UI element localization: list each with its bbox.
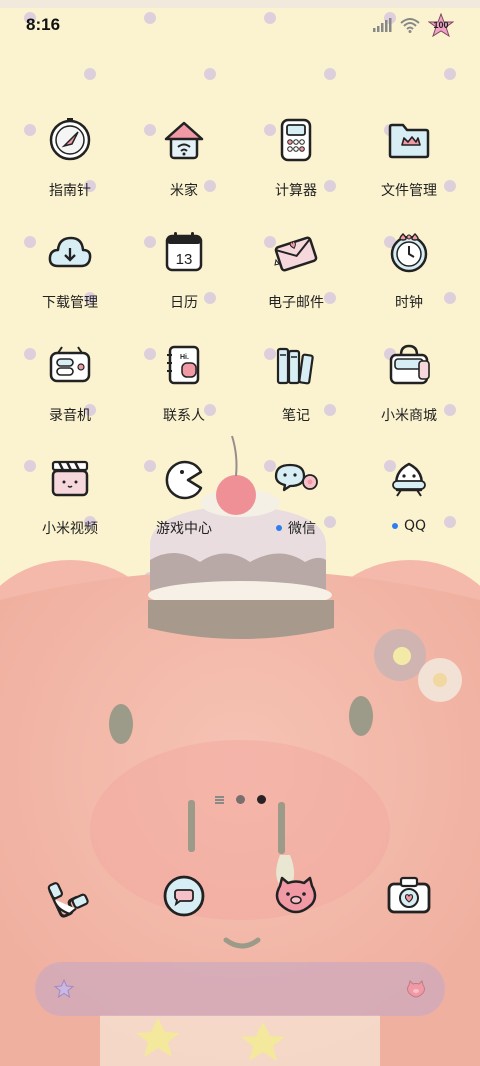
shopping-bag-icon (389, 344, 430, 385)
status-time: 8:16 (26, 15, 61, 34)
app-label: 笔记 (282, 408, 310, 424)
app-label: 指南针 (49, 183, 91, 199)
app-label: 录音机 (49, 408, 91, 424)
recorder-icon (49, 346, 91, 383)
app-calendar[interactable]: 13 日历 (124, 222, 244, 332)
cloud-download-icon (48, 236, 92, 268)
app-mi-video[interactable]: 小米视频 (10, 448, 130, 558)
mail-icon (274, 236, 318, 272)
calendar-day: 13 (176, 251, 193, 268)
video-clapper-icon (51, 460, 89, 497)
signal-icon (373, 18, 392, 32)
battery-level: 100 (433, 20, 449, 30)
app-mi-store[interactable]: 小米商城 (349, 335, 469, 445)
calculator-icon (280, 118, 312, 162)
notification-dot (391, 523, 398, 529)
messages-icon[interactable] (154, 866, 214, 926)
app-qq[interactable]: QQ (349, 448, 469, 558)
home-icon (164, 121, 204, 160)
app-label: 游戏中心 (156, 521, 212, 537)
calendar-icon: 13 (165, 232, 203, 272)
notes-icon (276, 347, 314, 385)
pig-voice-icon[interactable] (405, 979, 427, 999)
app-downloads[interactable]: 下载管理 (10, 222, 130, 332)
browser-pig-icon[interactable] (266, 866, 326, 926)
app-calculator[interactable]: 计算器 (236, 110, 356, 220)
folder-icon (388, 123, 430, 159)
wallpaper-dot (444, 68, 456, 80)
app-game-center[interactable]: 游戏中心 (124, 448, 244, 558)
camera-icon[interactable] (379, 866, 439, 926)
status-bar: 8:16 100 (0, 0, 480, 50)
app-email[interactable]: 电子邮件 (236, 222, 356, 332)
app-wechat[interactable]: 微信 (236, 448, 356, 558)
game-pacman-icon (165, 460, 203, 500)
page-indicator[interactable] (0, 795, 480, 804)
wallpaper-dot (324, 68, 336, 80)
app-label: QQ (391, 518, 426, 534)
app-label: 计算器 (275, 183, 317, 199)
app-label: 微信 (276, 518, 316, 538)
app-label: 时钟 (395, 295, 423, 311)
app-label: 米家 (170, 183, 198, 199)
page-list-icon[interactable] (214, 795, 224, 804)
app-label: 下载管理 (42, 295, 98, 311)
star-icon[interactable] (53, 978, 75, 1000)
notification-dot (276, 525, 282, 531)
qq-penguin-icon (392, 462, 426, 497)
app-label: 小米商城 (381, 408, 437, 424)
wechat-icon (274, 463, 318, 492)
app-label: 日历 (170, 295, 198, 311)
page-dot[interactable] (235, 795, 245, 804)
battery-indicator: 100 (428, 13, 454, 37)
app-mi-home[interactable]: 米家 (124, 110, 244, 220)
contacts-text: Hi. (180, 354, 189, 361)
clock-icon (390, 233, 428, 273)
wallpaper-dot (204, 68, 216, 80)
wifi-icon (400, 18, 420, 33)
app-label: 文件管理 (381, 183, 437, 199)
app-file-manager[interactable]: 文件管理 (349, 110, 469, 220)
wallpaper-dot (84, 68, 96, 80)
app-label: 电子邮件 (268, 295, 324, 311)
app-label: 联系人 (163, 408, 205, 424)
phone-icon[interactable] (40, 866, 100, 926)
search-bar[interactable] (35, 962, 445, 1016)
app-recorder[interactable]: 录音机 (10, 335, 130, 445)
contacts-icon: Hi. (167, 345, 200, 385)
status-icons: 100 (372, 13, 454, 37)
app-label: 小米视频 (42, 521, 98, 537)
app-compass[interactable]: 指南针 (10, 110, 130, 220)
app-notes[interactable]: 笔记 (236, 335, 356, 445)
page-dot-active[interactable] (256, 795, 266, 804)
compass-icon (49, 118, 91, 161)
app-contacts[interactable]: Hi. 联系人 (124, 335, 244, 445)
app-clock[interactable]: 时钟 (349, 222, 469, 332)
